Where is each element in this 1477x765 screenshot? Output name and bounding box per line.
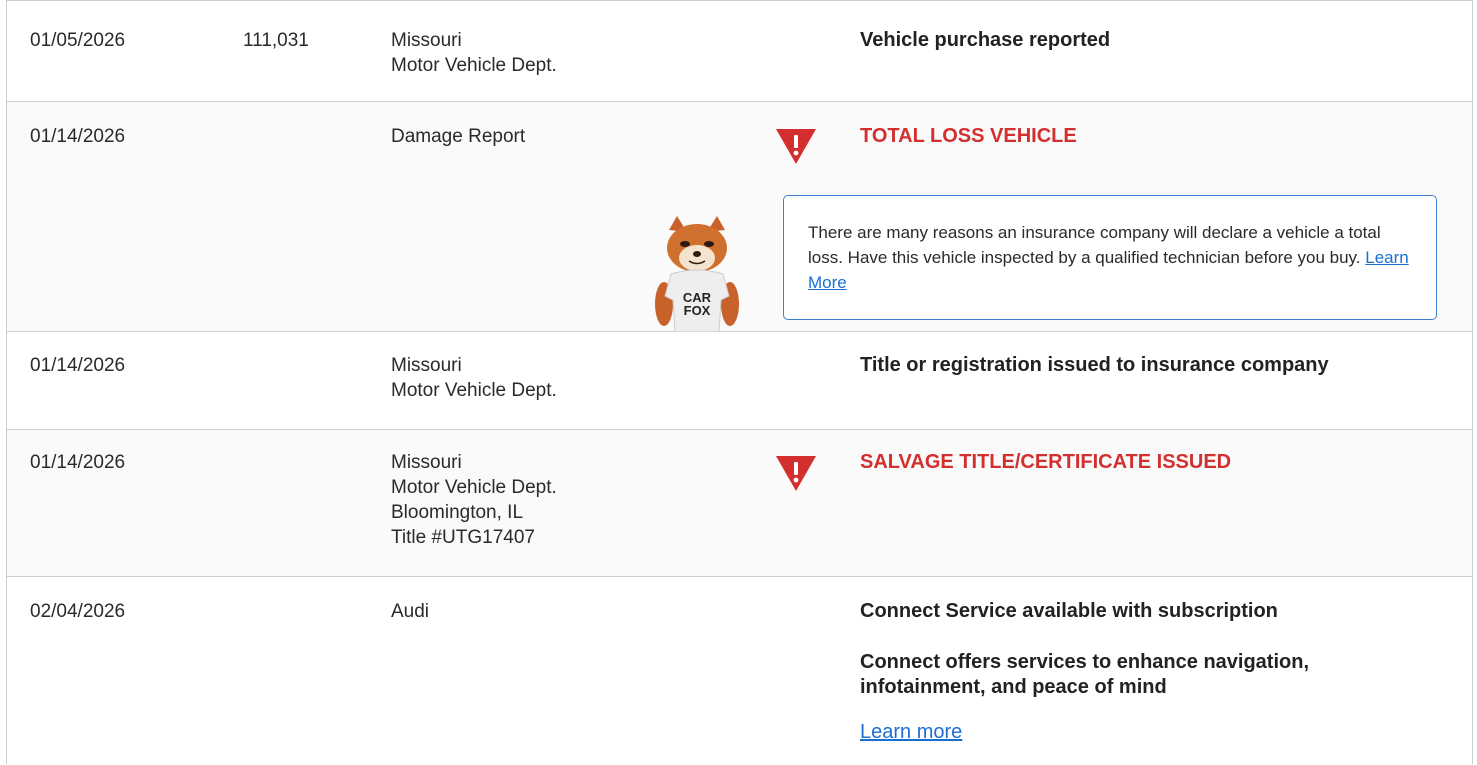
carfox-mascot-image: CAR FOX [655, 216, 739, 332]
source-line: Motor Vehicle Dept. [391, 477, 557, 498]
record-date: 01/14/2026 [30, 126, 126, 147]
shirt-text: FOX [684, 303, 711, 318]
info-text: There are many reasons an insurance comp… [808, 223, 1381, 267]
vehicle-history-table: 01/05/2026 111,031 Missouri Motor Vehicl… [6, 0, 1473, 765]
learn-more-link[interactable]: Learn more [860, 720, 962, 745]
history-row: 02/04/2026 Audi Connect Service availabl… [7, 577, 1472, 765]
record-date: 01/05/2026 [30, 30, 126, 51]
record-comment-alert: TOTAL LOSS VEHICLE [860, 125, 1077, 147]
record-source: Damage Report [391, 124, 525, 149]
source-line: Missouri [391, 355, 462, 376]
record-comment: Title or registration issued to insuranc… [860, 354, 1329, 376]
source-line: Damage Report [391, 126, 526, 147]
record-date: 02/04/2026 [30, 601, 126, 622]
source-line: Motor Vehicle Dept. [391, 55, 557, 76]
record-source: Missouri Motor Vehicle Dept. [391, 353, 557, 403]
record-date: 01/14/2026 [30, 355, 126, 376]
record-comment: Connect Service available with subscript… [860, 600, 1278, 622]
history-row: 01/14/2026 Missouri Motor Vehicle Dept. … [7, 430, 1472, 577]
history-row: 01/05/2026 111,031 Missouri Motor Vehicl… [7, 1, 1472, 102]
record-source: Missouri Motor Vehicle Dept. [391, 28, 557, 78]
record-date: 01/14/2026 [30, 452, 126, 473]
source-line: Motor Vehicle Dept. [391, 380, 557, 401]
record-mileage: 111,031 [243, 30, 309, 51]
warning-triangle-icon [776, 456, 816, 491]
source-line: Missouri [391, 30, 462, 51]
source-line: Bloomington, IL [391, 502, 524, 523]
source-line: Audi [391, 601, 430, 622]
record-source: Audi [391, 599, 429, 624]
record-source: Missouri Motor Vehicle Dept. Bloomington… [391, 450, 557, 550]
record-comment-alert: SALVAGE TITLE/CERTIFICATE ISSUED [860, 451, 1232, 473]
history-row: 01/14/2026 Missouri Motor Vehicle Dept. … [7, 332, 1472, 430]
source-line: Missouri [391, 452, 462, 473]
history-row: 01/14/2026 Damage Report TOTAL LOSS VEHI… [7, 102, 1472, 332]
record-comment: Connect offers services to enhance navig… [860, 651, 1310, 698]
record-comment: Vehicle purchase reported [860, 29, 1111, 51]
source-line: Title #UTG17407 [391, 527, 535, 548]
warning-triangle-icon [776, 129, 816, 164]
total-loss-info-box: There are many reasons an insurance comp… [783, 195, 1437, 320]
